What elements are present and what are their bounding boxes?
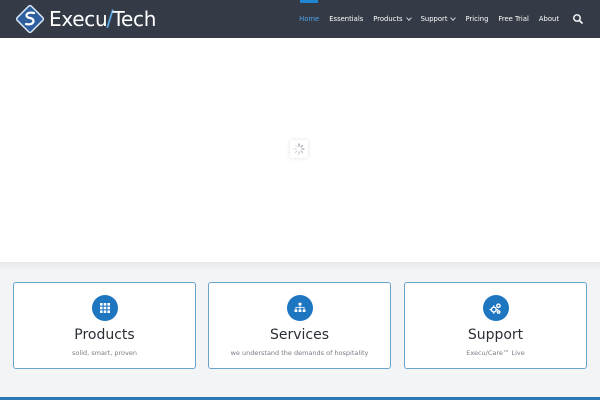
nav-item-about[interactable]: About [534, 0, 564, 38]
band-shade [0, 262, 600, 270]
nav-label: About [538, 15, 559, 23]
grid-icon [99, 303, 110, 313]
nav-item-pricing[interactable]: Pricing [460, 0, 493, 38]
logo-text: Execu/Tech [49, 7, 156, 32]
gears-icon [489, 302, 501, 314]
card-products[interactable]: Products solid, smart, proven [13, 282, 196, 369]
nav-item-free-trial[interactable]: Free Trial [493, 0, 533, 38]
card-icon-circle [482, 295, 509, 321]
nav-label: Essentials [329, 15, 364, 23]
card-subtitle: solid, smart, proven [72, 349, 137, 357]
card-services[interactable]: Services we understand the demands of ho… [208, 282, 391, 369]
chevron-down-icon [450, 15, 457, 21]
nav-label: Pricing [465, 15, 489, 23]
card-icon-circle [286, 295, 313, 321]
nav-item-support[interactable]: Support [416, 0, 461, 38]
search-button[interactable] [564, 0, 590, 38]
nav-label: Support [420, 15, 448, 23]
search-icon [573, 14, 583, 24]
card-subtitle: Execu/Care™ Live [466, 349, 525, 357]
spinner-icon [293, 143, 305, 155]
card-title: Products [74, 327, 135, 343]
card-support[interactable]: Support Execu/Care™ Live [404, 282, 587, 369]
card-title: Services [269, 327, 330, 343]
nav-label: Products [373, 15, 403, 23]
card-title: Support [467, 327, 524, 343]
card-subtitle: we understand the demands of hospitality [230, 349, 369, 357]
nav-label: Free Trial [498, 15, 529, 23]
logo[interactable]: Execu/Tech [14, 3, 156, 35]
nav-item-home[interactable]: Home [294, 0, 324, 38]
logo-mark-icon [15, 4, 45, 34]
card-icon-circle [91, 295, 118, 321]
logo-text-left: Execu [49, 6, 108, 31]
nav-item-products[interactable]: Products [368, 0, 415, 38]
logo-text-right: Tech [112, 6, 157, 31]
main-nav: Home Essentials Products Support Pricing… [294, 0, 590, 38]
org-chart-icon [294, 302, 305, 312]
site-header: Execu/Tech Home Essentials Products Supp… [0, 0, 600, 38]
chevron-down-icon [405, 15, 412, 21]
nav-label: Home [299, 15, 320, 23]
loading-spinner [290, 140, 308, 158]
nav-item-essentials[interactable]: Essentials [324, 0, 368, 38]
